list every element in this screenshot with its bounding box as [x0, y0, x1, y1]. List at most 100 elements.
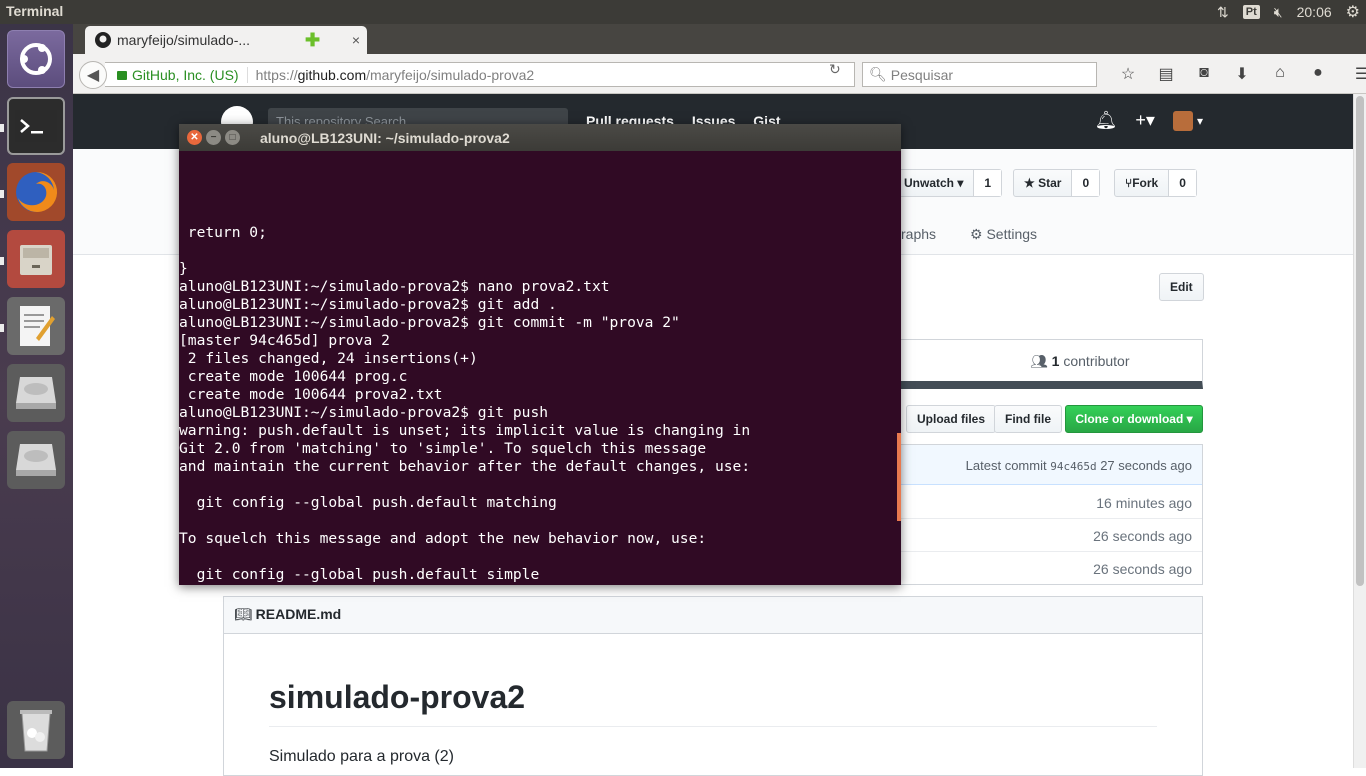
scrollbar-thumb[interactable] — [1356, 96, 1364, 586]
forks-count[interactable]: 0 — [1168, 170, 1196, 196]
watchers-count[interactable]: 1 — [973, 170, 1002, 196]
contributors-count: 1 — [1051, 353, 1060, 369]
notifications-bell-icon[interactable]: 🔔︎ — [1095, 110, 1118, 131]
volume-muted-icon[interactable]: 🔇︎ — [1274, 4, 1283, 21]
gear-icon[interactable]: ⚙ — [1346, 2, 1360, 22]
readme-filename[interactable]: README.md — [256, 606, 342, 622]
terminal-output[interactable]: return 0;} aluno@LB123UNI:~/simulado-prov… — [179, 151, 901, 585]
terminal-line: aluno@LB123UNI:~/simulado-prova2$ nano p… — [179, 278, 610, 295]
text-editor-icon[interactable] — [7, 297, 65, 355]
download-icon[interactable]: ⬇ — [1223, 64, 1261, 84]
terminal-line: create mode 100644 prog.c — [179, 368, 408, 385]
terminal-line: } — [179, 260, 188, 277]
tab-graphs[interactable]: raphs — [901, 226, 936, 242]
running-indicator — [0, 324, 4, 332]
trash-icon[interactable] — [7, 701, 65, 759]
commit-hash[interactable]: 94c465d — [1050, 460, 1096, 473]
upload-files-button[interactable]: Upload files — [906, 405, 997, 433]
site-identity[interactable]: GitHub, Inc. (US) — [105, 66, 248, 83]
upload-label: Upload files — [917, 412, 986, 426]
terminal-window[interactable]: ✕ − □ aluno@LB123UNI: ~/simulado-prova2 … — [179, 124, 901, 585]
menu-icon[interactable]: ☰ — [1343, 64, 1366, 84]
search-input[interactable]: 🔍︎ Pesquisar — [862, 62, 1097, 87]
drive-icon[interactable] — [7, 431, 65, 489]
terminal-icon[interactable] — [7, 97, 65, 155]
terminal-line: To squelch this message and adopt the ne… — [179, 530, 707, 547]
create-new-icon[interactable]: +▾ — [1135, 110, 1155, 131]
page-scrollbar[interactable] — [1353, 94, 1366, 768]
back-button[interactable]: ◀ — [79, 61, 107, 89]
firefox-icon[interactable] — [7, 163, 65, 221]
new-tab-button[interactable]: ✚ — [305, 30, 320, 51]
drive-icon[interactable] — [7, 364, 65, 422]
pocket-icon[interactable]: ◙ — [1185, 64, 1223, 84]
browser-toolbar-icons: ☆ ▤ ◙ ⬇ ⌂ ● ☰ — [1109, 64, 1366, 84]
launcher — [0, 24, 73, 768]
chat-icon[interactable]: ● — [1299, 64, 1337, 84]
clock[interactable]: 20:06 — [1297, 4, 1332, 20]
clone-or-download-button[interactable]: Clone or download ▾ — [1065, 405, 1203, 433]
keyboard-layout-indicator[interactable]: Pt — [1242, 5, 1260, 19]
stars-count[interactable]: 0 — [1071, 170, 1100, 196]
contributors-label: contributor — [1063, 353, 1130, 369]
terminal-line: 2 files changed, 24 insertions(+) — [179, 350, 478, 367]
bookmark-star-icon[interactable]: ☆ — [1109, 64, 1147, 84]
tab-settings-label: Settings — [986, 226, 1038, 242]
file-age: 26 seconds ago — [1093, 561, 1192, 577]
unwatch-button[interactable]: Unwatch ▾ 1 — [893, 169, 1003, 197]
browser-tab[interactable]: maryfeijo/simulado-... × — [85, 26, 367, 54]
find-file-label: Find file — [1005, 412, 1051, 426]
readme-header: 📖︎ README.md — [224, 597, 1202, 634]
book-icon: 📖︎ — [234, 606, 256, 622]
lock-icon — [117, 71, 127, 80]
star-label: ★ Star — [1024, 176, 1062, 190]
ubuntu-dash-icon[interactable] — [7, 30, 65, 88]
url-bar[interactable]: GitHub, Inc. (US) https://github.com/mar… — [105, 62, 855, 87]
active-app-name: Terminal — [6, 3, 64, 19]
user-menu[interactable]: ▾ — [1172, 110, 1203, 131]
top-panel: Terminal ⇅ Pt 🔇︎ 20:06 ⚙ — [0, 0, 1366, 24]
github-favicon-icon — [95, 32, 111, 48]
file-age: 26 seconds ago — [1093, 528, 1192, 544]
file-age: 16 minutes ago — [1096, 495, 1192, 511]
close-icon[interactable]: ✕ — [187, 130, 202, 145]
minimize-icon[interactable]: − — [206, 130, 221, 145]
tab-close-icon[interactable]: × — [345, 32, 367, 48]
commit-time: 27 seconds ago — [1100, 458, 1192, 473]
reload-icon[interactable]: ↻ — [829, 61, 841, 78]
terminal-titlebar[interactable]: ✕ − □ aluno@LB123UNI: ~/simulado-prova2 — [179, 124, 901, 151]
url-text[interactable]: https://github.com/maryfeijo/simulado-pr… — [248, 67, 854, 83]
terminal-title: aluno@LB123UNI: ~/simulado-prova2 — [260, 129, 510, 146]
readme-title: simulado-prova2 — [269, 679, 1157, 727]
identity-label: GitHub, Inc. (US) — [132, 66, 239, 83]
terminal-scroll-indicator[interactable] — [897, 433, 901, 521]
terminal-line: return 0; — [179, 224, 267, 241]
running-indicator — [0, 257, 4, 265]
running-indicator — [0, 190, 4, 198]
reading-list-icon[interactable]: ▤ — [1147, 64, 1185, 84]
gear-icon: ⚙ — [970, 226, 987, 242]
terminal-line: git config --global push.default simple — [179, 566, 540, 583]
maximize-icon[interactable]: □ — [225, 130, 240, 145]
fork-button[interactable]: ⑂Fork 0 — [1114, 169, 1197, 197]
latest-commit-label: Latest commit — [965, 458, 1047, 473]
edit-button[interactable]: Edit — [1159, 273, 1204, 301]
search-placeholder: Pesquisar — [890, 66, 954, 83]
panel-indicators: ⇅ Pt 🔇︎ 20:06 ⚙ — [1217, 0, 1366, 24]
star-button[interactable]: ★ Star 0 — [1013, 169, 1101, 197]
edit-label: Edit — [1170, 280, 1193, 294]
contributors-link[interactable]: 👥︎ 1 contributor — [1030, 353, 1130, 370]
readme-paragraph: Simulado para a prova (2) — [269, 748, 454, 765]
running-indicator — [0, 124, 4, 132]
people-icon: 👥︎ — [1030, 353, 1052, 369]
find-file-button[interactable]: Find file — [994, 405, 1062, 433]
terminal-line: aluno@LB123UNI:~/simulado-prova2$ git pu… — [179, 404, 549, 421]
network-icon[interactable]: ⇅ — [1217, 4, 1229, 21]
terminal-line: [master 94c465d] prova 2 — [179, 332, 390, 349]
tab-settings[interactable]: ⚙ Settings — [970, 226, 1037, 243]
files-icon[interactable] — [7, 230, 65, 288]
home-icon[interactable]: ⌂ — [1261, 64, 1299, 84]
